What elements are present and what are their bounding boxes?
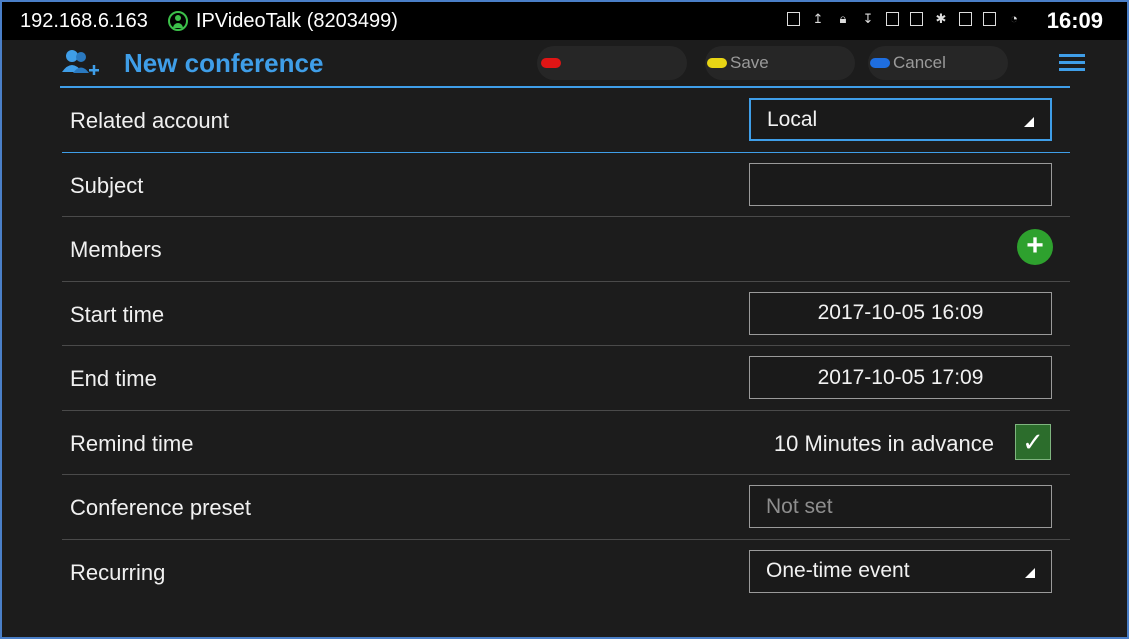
bluetooth-icon: ✱ [935,11,947,26]
conference-preset-placeholder: Not set [766,494,833,518]
red-action-button[interactable] [537,46,687,80]
upload-icon: ↥ [812,11,824,26]
start-time-label: Start time [70,301,165,327]
conference-form: Related account Local Subject Members + … [62,88,1070,603]
account-name: IPVideoTalk (8203499) [195,9,398,32]
conference-preset-label: Conference preset [70,495,251,520]
end-time-field[interactable]: 2017-10-05 17:09 [749,356,1052,399]
network-icon [910,12,923,26]
row-end-time: End time 2017-10-05 17:09 [62,346,1070,411]
page-title: New conference [124,48,324,78]
cancel-label: Cancel [893,53,946,72]
recurring-dropdown[interactable]: One-time event [749,549,1052,593]
remind-time-label: Remind time [70,430,194,456]
row-subject: Subject [62,153,1070,217]
app-header: New conference Save Cancel [2,40,1127,88]
download-icon: ↧ [862,11,874,26]
dropdown-arrow-icon [1024,117,1034,127]
related-account-dropdown[interactable]: Local [749,98,1052,141]
blue-key-indicator [870,58,890,68]
row-related-account: Related account Local [62,88,1070,153]
recurring-value: One-time event [766,559,910,582]
add-member-button[interactable]: + [1017,229,1053,265]
related-account-label: Related account [70,108,229,133]
remind-time-value[interactable]: 10 Minutes in advance [774,431,994,457]
save-button[interactable]: Save [705,46,855,80]
end-time-value: 2017-10-05 17:09 [817,365,984,389]
screenshot-icon [787,12,800,26]
red-key-indicator [541,58,561,68]
row-members: Members + [62,217,1070,282]
wifi-icon: ◔ [1010,11,1018,26]
start-time-value: 2017-10-05 16:09 [817,301,984,324]
cancel-button[interactable]: Cancel [868,46,1008,80]
status-bar: 192.168.6.163 IPVideoTalk (8203499) ↥ 🔒︎… [2,2,1127,40]
row-recurring: Recurring One-time event [62,540,1070,604]
subject-label: Subject [70,172,144,198]
status-icons: ↥ 🔒︎ ↧ ✱ ◔ [787,11,1021,27]
row-remind-time: Remind time 10 Minutes in advance ✓ [62,411,1070,475]
conference-preset-field[interactable]: Not set [749,485,1052,528]
save-label: Save [730,53,769,72]
storage-icon [959,12,972,26]
clock: 16:09 [1046,8,1103,33]
add-conference-icon [62,50,99,75]
subject-input[interactable] [749,162,1052,206]
sim-icon [886,12,899,26]
start-time-field[interactable]: 2017-10-05 16:09 [749,291,1052,335]
account-status-icon [167,11,188,31]
row-start-time: Start time 2017-10-05 16:09 [62,282,1070,346]
dropdown-arrow-icon [1025,567,1035,578]
lock-icon: 🔒︎ [839,11,847,26]
row-conference-preset: Conference preset Not set [62,475,1070,540]
menu-icon[interactable] [1059,54,1085,74]
end-time-label: End time [70,366,157,391]
remind-time-checkbox[interactable]: ✓ [1015,423,1051,460]
members-label: Members [70,237,162,262]
recurring-label: Recurring [70,559,166,585]
related-account-value: Local [767,107,818,131]
display-icon [983,12,996,26]
yellow-key-indicator [707,58,727,68]
ip-address: 192.168.6.163 [20,9,148,32]
